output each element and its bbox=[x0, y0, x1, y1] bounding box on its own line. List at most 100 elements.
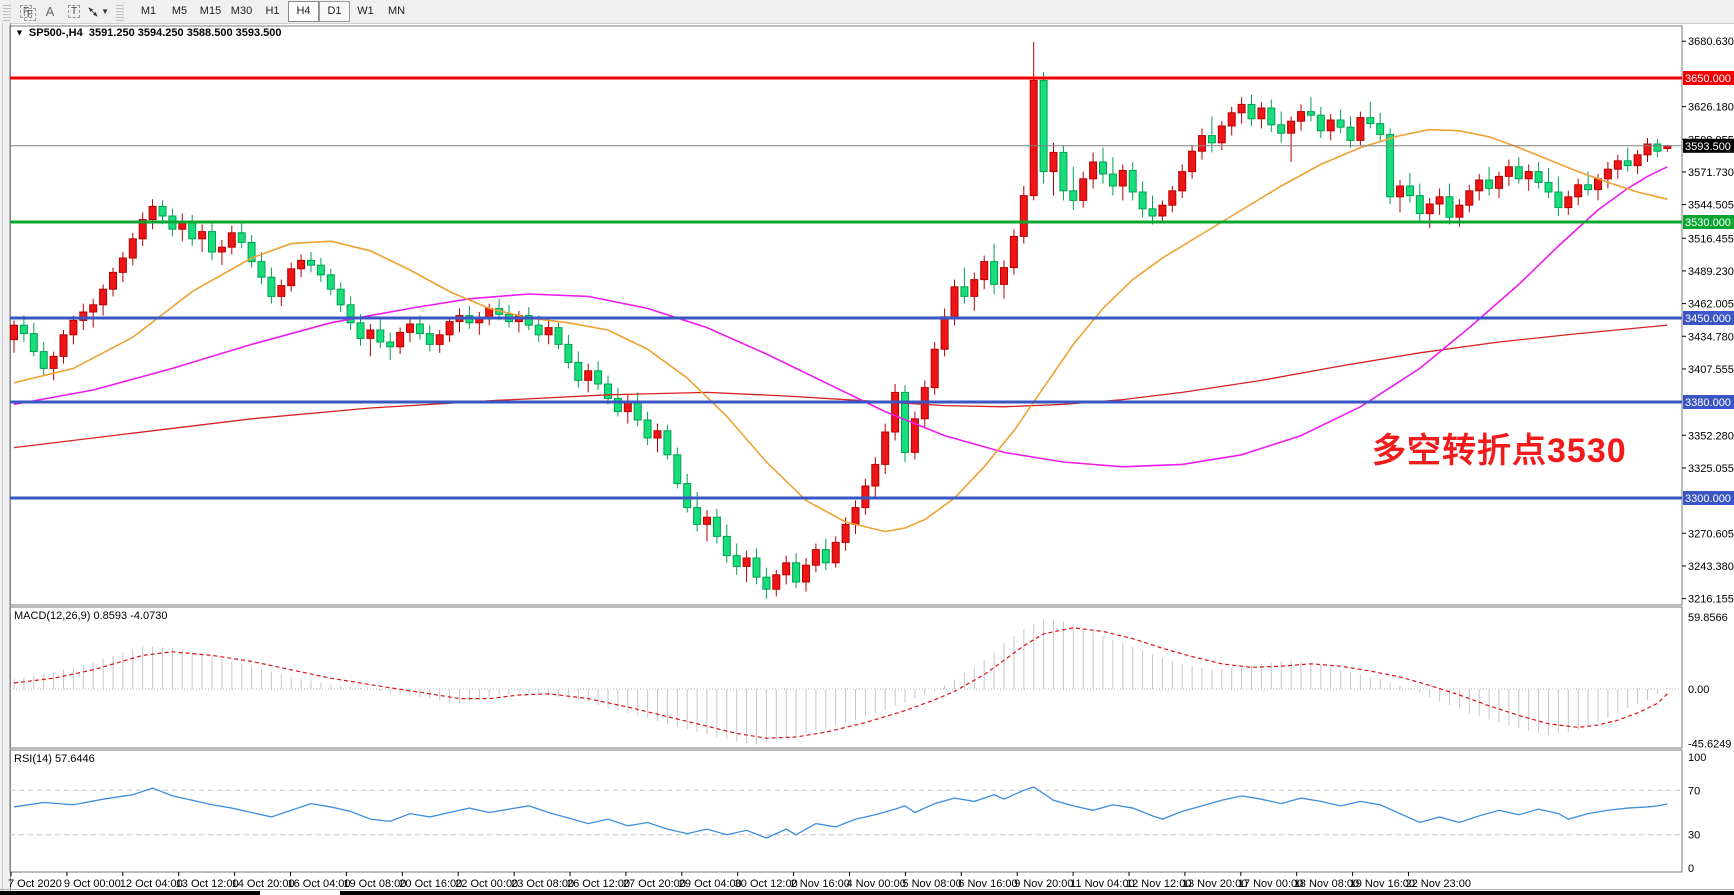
timeframe-button-mn[interactable]: MN bbox=[381, 1, 412, 22]
candle-body bbox=[763, 577, 770, 589]
candle-body bbox=[971, 280, 978, 297]
candle-body bbox=[129, 239, 136, 258]
timeframe-button-m15[interactable]: M15 bbox=[195, 1, 226, 22]
candle-body bbox=[1248, 104, 1255, 118]
timeframe-button-w1[interactable]: W1 bbox=[350, 1, 381, 22]
rsi-indicator-label: RSI(14) 57.6446 bbox=[14, 753, 95, 765]
candle-body bbox=[1060, 152, 1067, 190]
move-arrows-icon bbox=[87, 5, 99, 19]
candle-body bbox=[1040, 80, 1047, 171]
candle-body bbox=[1476, 180, 1483, 191]
candle-body bbox=[387, 342, 394, 347]
price-badge-label: 3300.000 bbox=[1685, 493, 1731, 505]
macd-indicator-label: MACD(12,26,9) 0.8593 -4.0730 bbox=[14, 610, 167, 622]
candle-body bbox=[1109, 174, 1116, 186]
candle-body bbox=[1456, 205, 1463, 217]
candle-body bbox=[317, 265, 324, 275]
candle-body bbox=[1050, 152, 1057, 171]
price-badge-label: 3450.000 bbox=[1685, 313, 1731, 325]
price-tick-label: 3544.505 bbox=[1688, 200, 1734, 212]
candle-body bbox=[278, 286, 285, 297]
candle-body bbox=[634, 402, 641, 420]
price-badge-label: 3650.000 bbox=[1685, 73, 1731, 85]
candle-body bbox=[535, 325, 542, 335]
candle-body bbox=[1327, 120, 1334, 131]
candle-body bbox=[941, 317, 948, 349]
candle-body bbox=[1585, 185, 1592, 190]
price-tick-label: 3434.780 bbox=[1688, 331, 1734, 343]
candle-body bbox=[1278, 125, 1285, 133]
rsi-scale-label: 0 bbox=[1688, 863, 1694, 875]
price-tick-label: 3325.055 bbox=[1688, 463, 1734, 475]
candle-body bbox=[446, 322, 453, 335]
candle-body bbox=[367, 330, 374, 338]
toolbar-grip[interactable] bbox=[3, 3, 11, 21]
candle-body bbox=[713, 517, 720, 536]
candle-body bbox=[1001, 268, 1008, 285]
symbol-label: SP500-,H4 bbox=[29, 27, 83, 39]
candle-body bbox=[1030, 80, 1037, 195]
candle-body bbox=[228, 233, 235, 247]
candle-body bbox=[1317, 115, 1324, 131]
candle-body bbox=[753, 558, 760, 577]
candle-body bbox=[268, 277, 275, 296]
label-tool-icon[interactable]: A bbox=[39, 3, 61, 21]
candle-body bbox=[1555, 192, 1562, 208]
price-badge-label: 3530.000 bbox=[1685, 217, 1731, 229]
candle-body bbox=[694, 508, 701, 525]
rsi-line bbox=[14, 787, 1667, 838]
candle-body bbox=[1070, 191, 1077, 201]
candle-body bbox=[822, 550, 829, 563]
candle-body bbox=[1614, 161, 1621, 169]
cursor-tool-icon[interactable]: ▼ bbox=[87, 3, 109, 21]
candle-body bbox=[1199, 136, 1206, 152]
timeframe-button-m1[interactable]: M1 bbox=[133, 1, 164, 22]
candle-body bbox=[1139, 192, 1146, 209]
toolbar: FF A T ▼ M1M5M15M30H1H4D1W1MN bbox=[0, 0, 1734, 24]
candle-body bbox=[644, 420, 651, 438]
candle-body bbox=[981, 262, 988, 280]
candle-body bbox=[1525, 172, 1532, 179]
candle-body bbox=[1100, 162, 1107, 174]
candle-body bbox=[803, 565, 810, 582]
candle-body bbox=[1090, 162, 1097, 179]
timeframe-button-h1[interactable]: H1 bbox=[257, 1, 288, 22]
candle-body bbox=[654, 431, 661, 438]
candle-body bbox=[1505, 167, 1512, 177]
candle-body bbox=[1535, 172, 1542, 183]
candle-body bbox=[209, 232, 216, 252]
candle-body bbox=[1387, 134, 1394, 196]
price-badge-label: 3380.000 bbox=[1685, 397, 1731, 409]
collapse-triangle-icon[interactable]: ▼ bbox=[15, 28, 24, 38]
symbol-ohlc-row[interactable]: ▼SP500-,H4 3591.250 3594.250 3588.500 35… bbox=[14, 27, 282, 39]
text-tool-icon[interactable]: T bbox=[63, 3, 85, 21]
timeframe-button-m5[interactable]: M5 bbox=[164, 1, 195, 22]
candle-body bbox=[308, 260, 315, 265]
candle-body bbox=[674, 455, 681, 484]
candle-body bbox=[1496, 176, 1503, 188]
timeframe-button-d1[interactable]: D1 bbox=[319, 1, 350, 22]
candle-body bbox=[90, 305, 97, 312]
candle-body bbox=[892, 392, 899, 432]
macd-panel-frame bbox=[10, 607, 1682, 748]
candle-body bbox=[595, 371, 602, 384]
chart-grid-icon[interactable]: FF bbox=[15, 3, 37, 21]
candle-body bbox=[70, 320, 77, 334]
toolbar-grip2[interactable] bbox=[116, 3, 124, 21]
timeframe-button-m30[interactable]: M30 bbox=[226, 1, 257, 22]
candle-body bbox=[159, 206, 166, 216]
candle-body bbox=[872, 464, 879, 486]
mt4-window: FF A T ▼ M1M5M15M30H1H4D1W1MN 3680.63036… bbox=[0, 0, 1734, 895]
price-tick-label: 3462.005 bbox=[1688, 299, 1734, 311]
candle-body bbox=[1010, 236, 1017, 267]
rsi-panel-frame bbox=[10, 750, 1682, 872]
candle-body bbox=[1298, 112, 1305, 122]
candle-body bbox=[377, 330, 384, 342]
candle-body bbox=[1624, 161, 1631, 166]
chart-annotation-text: 多空转折点3530 bbox=[1372, 423, 1627, 472]
candle-body bbox=[743, 558, 750, 566]
candle-body bbox=[704, 517, 711, 524]
dropdown-caret-icon[interactable]: ▼ bbox=[101, 7, 109, 16]
timeframe-button-h4[interactable]: H4 bbox=[288, 1, 319, 22]
candle-body bbox=[555, 328, 562, 345]
